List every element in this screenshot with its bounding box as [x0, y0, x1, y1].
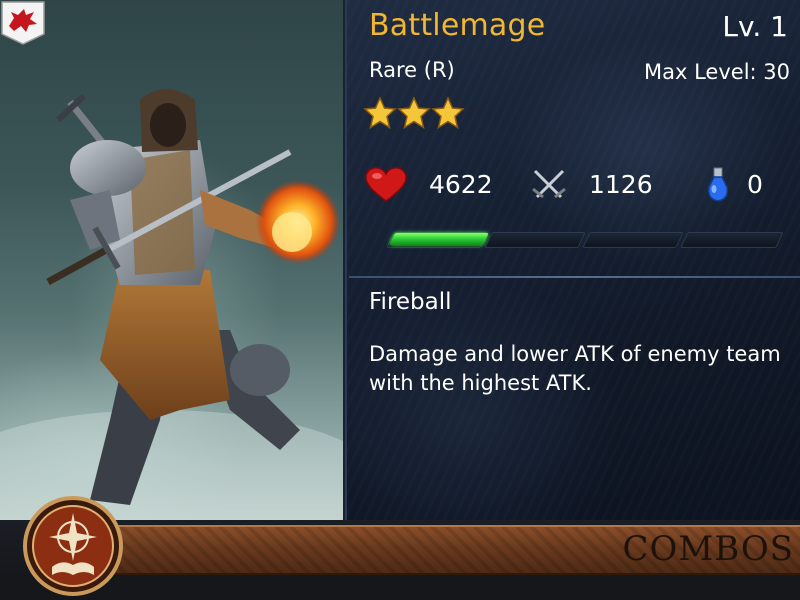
- crossed-swords-icon: [532, 169, 566, 199]
- compass-book-icon[interactable]: [22, 495, 124, 597]
- experience-segment: [680, 232, 784, 248]
- card-rarity: Rare (R): [369, 58, 455, 82]
- skill-description: Damage and lower ATK of enemy team with …: [369, 342, 781, 395]
- card-info-panel: Battlemage Lv. 1 Rare (R) Max Level: 30 …: [345, 0, 800, 520]
- section-divider: [349, 276, 800, 278]
- heart-icon: [365, 167, 407, 202]
- red-dragon-icon: [1, 1, 45, 45]
- star-icon: [363, 96, 397, 130]
- star-icon: [397, 96, 431, 130]
- experience-fill: [389, 233, 489, 245]
- experience-segment: [582, 232, 684, 248]
- experience-segment: [484, 232, 586, 248]
- potion-icon: [707, 167, 729, 202]
- hp-value: 4622: [429, 170, 493, 199]
- character-art: [0, 0, 346, 520]
- star-icon: [431, 96, 465, 130]
- atk-value: 1126: [589, 170, 653, 199]
- card-max-level: Max Level: 30: [644, 60, 790, 84]
- mana-value: 0: [747, 170, 763, 199]
- combos-banner[interactable]: COMBOS: [80, 525, 800, 575]
- card-detail-screen: Battlemage Lv. 1 Rare (R) Max Level: 30 …: [0, 0, 800, 600]
- card-level: Lv. 1: [722, 10, 788, 43]
- star-rating: [363, 96, 465, 136]
- battlemage-illustration: [0, 89, 343, 520]
- card-name: Battlemage: [369, 8, 546, 43]
- combos-label: COMBOS: [622, 529, 794, 569]
- skill-name: Fireball: [369, 289, 452, 315]
- experience-bar: [386, 232, 784, 248]
